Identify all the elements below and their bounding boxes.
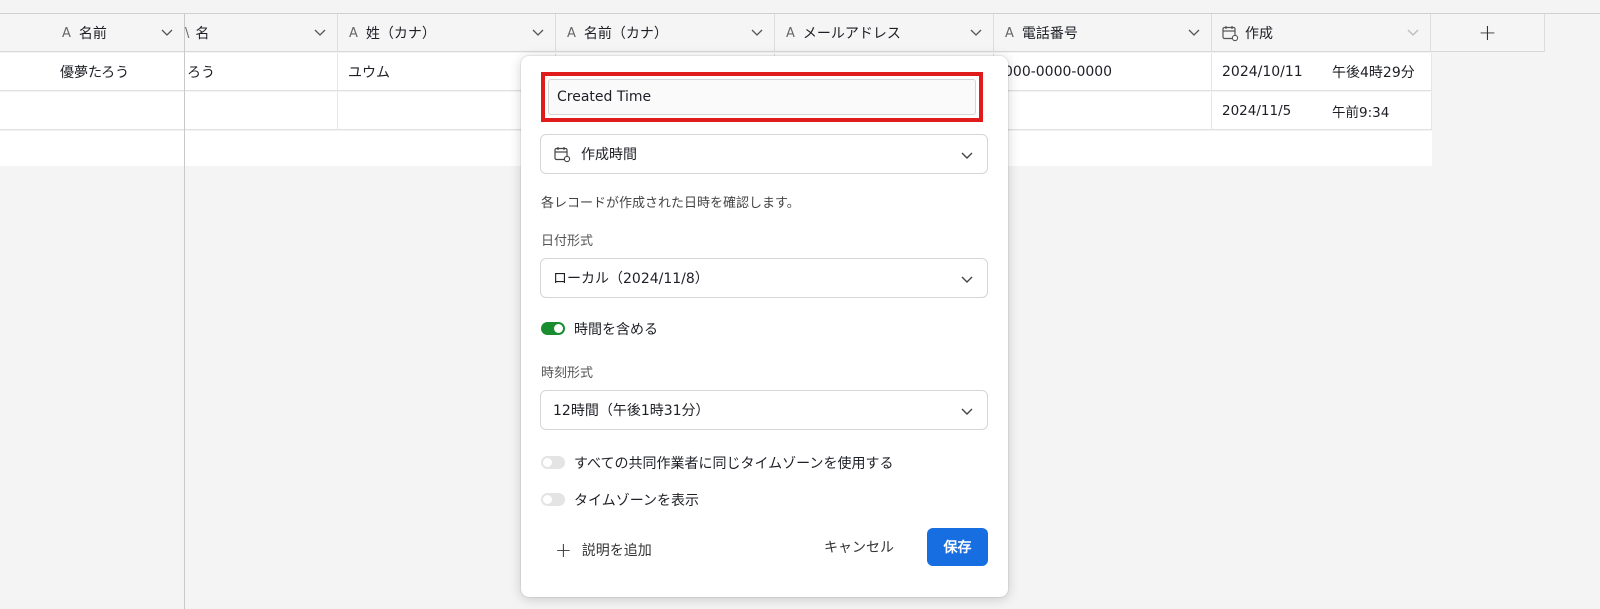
column-header-label: 名前（カナ） [583,26,668,42]
chevron-down-icon [959,403,975,419]
show-timezone-toggle[interactable] [541,493,565,506]
text-field-icon: A [349,25,358,41]
text-field-icon: A [1005,25,1014,41]
calendar-icon [553,145,571,163]
save-button[interactable]: 保存 [927,528,988,566]
chevron-down-icon [959,271,975,287]
column-header-label: 名 [195,26,210,42]
field-name-input[interactable]: Created Time [548,79,976,115]
plus-icon: + [555,538,572,562]
date-format-value: ローカル（2024/11/8） [553,271,709,287]
cell-first-name[interactable]: ろう [185,53,338,90]
created-time: 午後4時29分 [1332,64,1415,81]
text-field-icon: A [786,25,795,41]
created-date: 2024/10/11 [1222,63,1303,80]
same-timezone-label: すべての共同作業者に同じタイムゾーンを使用する [574,456,894,472]
top-strip [0,0,1600,14]
field-type-value: 作成時間 [581,147,637,163]
plus-icon: + [1478,20,1497,46]
add-field-button[interactable]: + [1431,14,1545,52]
column-header-name-kana[interactable]: A 名前（カナ） [556,14,775,52]
column-header-first-name[interactable]: \ 名 [185,14,338,52]
column-header-created[interactable]: 作成 [1212,14,1431,52]
field-config-dialog: Created Time 作成時間 各レコードが作成された日時を確認します。 日… [521,56,1008,597]
column-header-label: 名前 [78,26,107,42]
add-description-button[interactable]: + 説明を追加 [555,540,652,560]
column-header-phone[interactable]: A 電話番号 [994,14,1212,52]
column-header-name[interactable]: A 名前 [0,14,185,52]
cancel-button[interactable]: キャンセル [819,528,899,566]
date-format-select[interactable]: ローカル（2024/11/8） [540,258,988,298]
frozen-column-divider[interactable] [184,14,185,609]
chevron-down-icon[interactable] [313,25,327,39]
text-field-icon: \ [185,25,190,41]
text-field-icon: A [62,25,71,41]
toggle-knob [543,495,552,504]
chevron-down-icon[interactable] [1187,25,1201,39]
include-time-label: 時間を含める [574,322,658,338]
column-header-label: 作成 [1245,26,1273,42]
cell-name[interactable] [0,92,185,129]
chevron-down-icon[interactable] [531,25,545,39]
field-name-highlight: Created Time [541,72,983,122]
column-header-label: メールアドレス [802,26,901,42]
cell-created[interactable]: 2024/11/5 午前9:34 [1212,92,1432,129]
column-header-last-kana[interactable]: A 姓（カナ） [338,14,556,52]
chevron-down-icon[interactable] [160,25,174,39]
text-field-icon: A [567,25,576,41]
add-description-label: 説明を追加 [581,543,652,559]
cell-created[interactable]: 2024/10/11 午後4時29分 [1212,53,1432,90]
show-timezone-label: タイムゾーンを表示 [574,493,700,509]
grid-header: A 名前 \ 名 A 姓（カナ） A 名前（カナ） A メールアドレス A 電話… [0,14,1545,52]
include-time-toggle[interactable] [541,322,565,335]
cell-name[interactable]: 優夢たろう [0,53,185,90]
field-type-description: 各レコードが作成された日時を確認します。 [541,196,800,211]
date-format-label: 日付形式 [541,234,594,249]
created-time: 午前9:34 [1332,104,1390,121]
time-format-value: 12時間（午後1時31分） [553,403,710,419]
time-format-label: 時刻形式 [541,366,594,381]
toggle-knob [554,324,563,333]
calendar-icon [1221,24,1239,42]
column-header-label: 電話番号 [1021,26,1078,42]
same-timezone-toggle[interactable] [541,456,565,469]
cell-first-name[interactable] [185,92,338,129]
chevron-down-icon [959,147,975,163]
cell-phone[interactable]: 000-0000-0000 [994,53,1212,90]
time-format-select[interactable]: 12時間（午後1時31分） [540,390,988,430]
toggle-knob [543,458,552,467]
chevron-down-icon[interactable] [750,25,764,39]
column-header-email[interactable]: A メールアドレス [775,14,994,52]
column-header-label: 姓（カナ） [365,26,436,42]
field-type-select[interactable]: 作成時間 [540,134,988,174]
chevron-down-icon[interactable] [969,25,983,39]
cell-phone[interactable] [994,92,1212,129]
chevron-down-icon[interactable] [1406,25,1420,39]
created-date: 2024/11/5 [1222,102,1292,119]
